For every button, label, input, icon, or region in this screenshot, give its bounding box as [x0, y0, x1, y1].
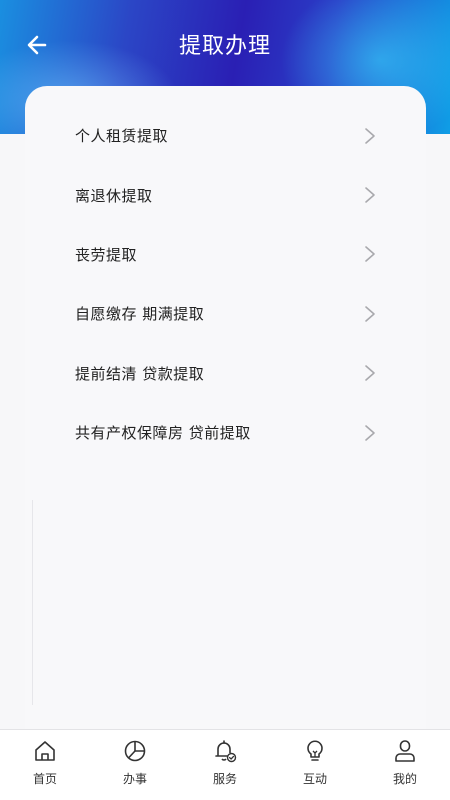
tab-label: 首页 [32, 772, 57, 786]
menu-item-label: 提前结清 贷款提取 [75, 364, 205, 383]
tab-label: 互动 [302, 772, 327, 786]
menu-card: 个人租赁提取 离退休提取 丧劳提取 自愿缴存 期满提取 提前结清 贷款提取 共有… [25, 86, 426, 746]
menu-list: 个人租赁提取 离退休提取 丧劳提取 自愿缴存 期满提取 提前结清 贷款提取 共有… [25, 106, 426, 462]
chevron-right-icon [365, 246, 375, 263]
tab-affairs[interactable]: 办事 [90, 730, 180, 800]
tab-profile[interactable]: 我的 [360, 730, 450, 800]
chevron-right-icon [365, 127, 375, 144]
lightbulb-icon [307, 740, 323, 761]
chevron-right-icon [365, 365, 375, 382]
tab-label: 办事 [122, 772, 147, 786]
chevron-right-icon [365, 306, 375, 322]
page-title: 提取办理 [178, 34, 271, 59]
user-icon [395, 740, 415, 762]
menu-item-voluntary-deposit-withdrawal[interactable]: 自愿缴存 期满提取 [25, 284, 426, 343]
menu-item-label: 个人租赁提取 [75, 127, 169, 146]
divider [32, 500, 33, 705]
menu-item-label: 丧劳提取 [75, 245, 138, 264]
home-icon [35, 741, 55, 761]
tab-services[interactable]: 服务 [180, 730, 270, 800]
menu-item-label: 自愿缴存 期满提取 [75, 305, 205, 324]
menu-item-funeral-withdrawal[interactable]: 丧劳提取 [25, 225, 426, 284]
bell-check-icon [215, 740, 237, 763]
menu-item-rental-withdrawal[interactable]: 个人租赁提取 [25, 106, 426, 165]
tab-label: 我的 [392, 772, 417, 786]
chevron-right-icon [365, 424, 375, 441]
menu-item-label: 共有产权保障房 贷前提取 [75, 424, 251, 443]
bottom-tab-bar: 首页 办事 服务 互动 我的 [0, 729, 450, 800]
tab-label: 服务 [212, 772, 237, 786]
chevron-right-icon [365, 187, 375, 203]
menu-item-shared-property-withdrawal[interactable]: 共有产权保障房 贷前提取 [25, 403, 426, 462]
menu-item-label: 离退休提取 [75, 186, 153, 205]
tab-home[interactable]: 首页 [0, 730, 90, 800]
menu-item-retirement-withdrawal[interactable]: 离退休提取 [25, 165, 426, 224]
tab-interaction[interactable]: 互动 [270, 730, 360, 800]
menu-item-early-loan-payoff-withdrawal[interactable]: 提前结清 贷款提取 [25, 344, 426, 403]
pie-chart-icon [124, 740, 146, 762]
